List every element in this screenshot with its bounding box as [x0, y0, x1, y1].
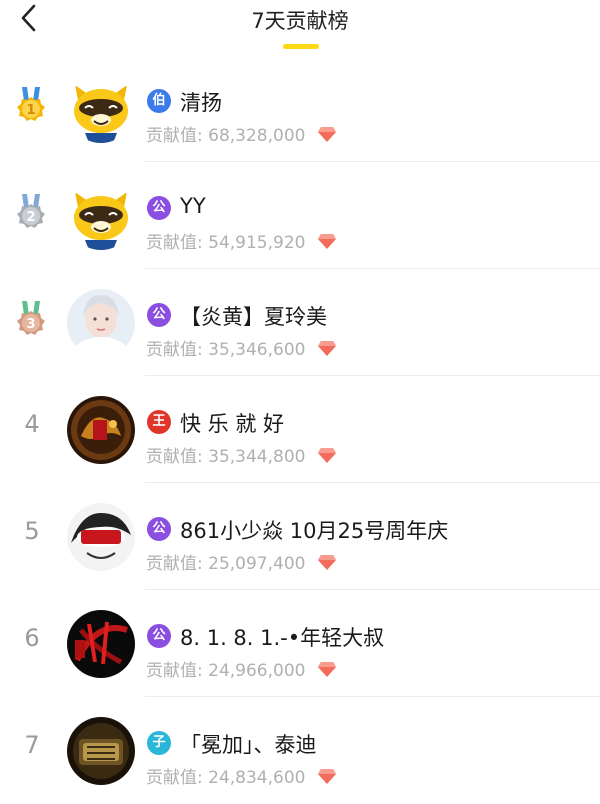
avatar[interactable]: [67, 182, 135, 250]
user-name: YY: [180, 194, 206, 218]
list-item[interactable]: 2 公 YY 贡献值: 54,915,920: [0, 162, 600, 269]
user-name: 861小少焱 10月25号周年庆: [180, 519, 449, 543]
rank-number: 4: [24, 410, 40, 438]
list-item[interactable]: 3 公 【炎黄】夏玲美 贡献值: 35,346,600: [0, 269, 600, 376]
diamond-icon: [317, 662, 336, 677]
rank-number: 7: [24, 731, 40, 759]
rank-badge: 伯: [147, 89, 171, 113]
contribution-value: 贡献值: 35,344,800: [146, 442, 337, 467]
ranking-list: 1 伯 清扬 贡献值: 68,328,000 2 公 YY 贡献值: 54,91…: [0, 55, 600, 804]
user-name: 【炎黄】夏玲美: [180, 305, 327, 329]
diamond-icon: [317, 127, 336, 142]
list-item[interactable]: 6 公 8. 1. 8. 1.-•年轻大叔 贡献值: 24,966,000: [0, 590, 600, 697]
user-name: 8. 1. 8. 1.-•年轻大叔: [180, 626, 385, 650]
list-item[interactable]: 1 伯 清扬 贡献值: 68,328,000: [0, 55, 600, 162]
svg-text:2: 2: [26, 210, 35, 225]
avatar[interactable]: [67, 717, 135, 785]
contribution-value: 贡献值: 24,834,600: [146, 763, 337, 788]
contribution-value: 贡献值: 24,966,000: [146, 656, 337, 681]
diamond-icon: [317, 448, 336, 463]
avatar[interactable]: [67, 289, 135, 357]
rank-number: 6: [24, 624, 40, 652]
contribution-value: 贡献值: 54,915,920: [146, 228, 337, 253]
gold-medal-icon: 1: [17, 87, 45, 121]
rank-badge: 公: [147, 196, 171, 220]
diamond-icon: [317, 234, 336, 249]
avatar[interactable]: [67, 396, 135, 464]
header: 7天贡献榜: [0, 0, 600, 60]
avatar[interactable]: [67, 503, 135, 571]
silver-medal-icon: 2: [17, 194, 45, 228]
page-title: 7天贡献榜: [251, 9, 349, 33]
list-item[interactable]: 5 公 861小少焱 10月25号周年庆 贡献值: 25,097,400: [0, 483, 600, 590]
user-name: 「冕加」、泰迪: [180, 733, 317, 757]
contribution-value: 贡献值: 35,346,600: [146, 335, 337, 360]
rank-badge: 公: [147, 517, 171, 541]
rank-badge: 王: [147, 410, 171, 434]
contribution-value: 贡献值: 68,328,000: [146, 121, 337, 146]
list-item[interactable]: 7 子 「冕加」、泰迪 贡献值: 24,834,600: [0, 697, 600, 804]
svg-text:3: 3: [26, 317, 35, 332]
rank-badge: 公: [147, 624, 171, 648]
rank-badge: 公: [147, 303, 171, 327]
avatar[interactable]: [67, 75, 135, 143]
diamond-icon: [317, 769, 336, 784]
bronze-medal-icon: 3: [17, 301, 45, 335]
diamond-icon: [317, 555, 336, 570]
list-item[interactable]: 4 王 快 乐 就 好 贡献值: 35,344,800: [0, 376, 600, 483]
contribution-value: 贡献值: 25,097,400: [146, 549, 337, 574]
rank-badge: 子: [147, 731, 171, 755]
rank-number: 5: [24, 517, 40, 545]
user-name: 快 乐 就 好: [180, 412, 285, 436]
diamond-icon: [317, 341, 336, 356]
avatar[interactable]: [67, 610, 135, 678]
svg-text:1: 1: [26, 103, 35, 118]
title-underline: [283, 44, 319, 49]
user-name: 清扬: [180, 91, 222, 115]
